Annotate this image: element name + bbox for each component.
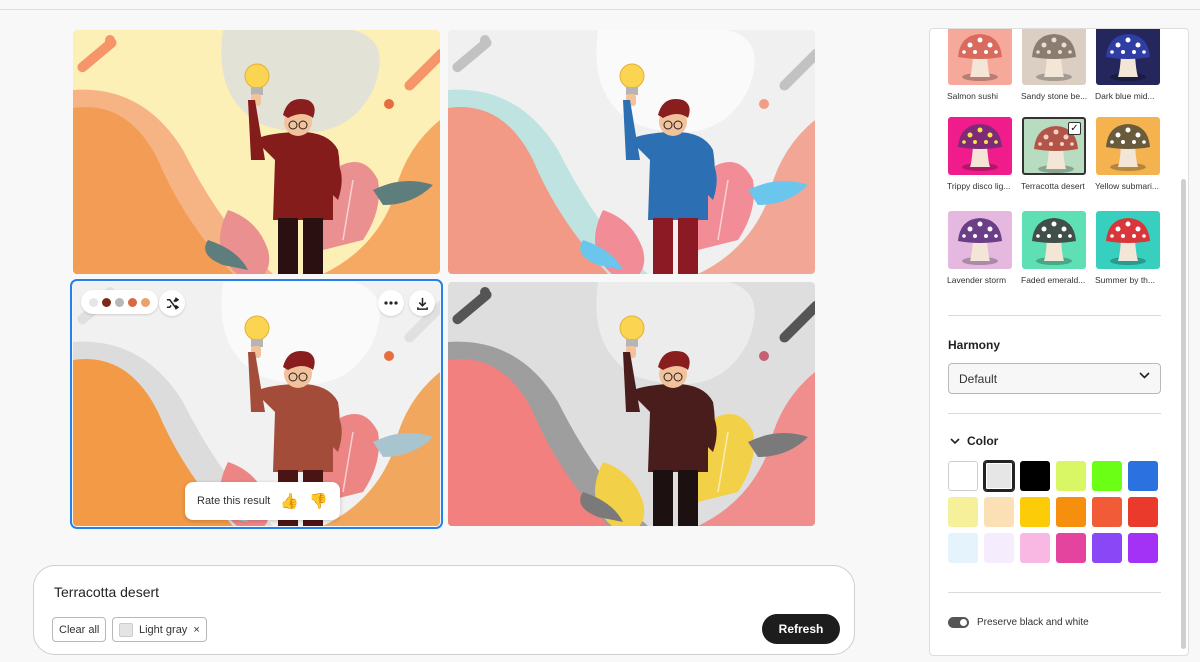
color-swatch[interactable] <box>1128 533 1158 563</box>
chip-label: Light gray <box>139 623 188 636</box>
illustration <box>448 30 815 274</box>
color-swatch[interactable] <box>1056 533 1086 563</box>
color-swatch[interactable] <box>948 461 978 491</box>
color-chip-light-gray[interactable]: Light gray × <box>112 617 207 642</box>
color-section-header[interactable]: Color <box>950 434 998 448</box>
prompt-box[interactable]: Terracotta desert Clear all Light gray ×… <box>33 565 855 655</box>
mushroom-icon <box>1106 34 1150 81</box>
style-preset-label: Salmon sushi <box>947 91 999 101</box>
color-swatch[interactable] <box>1092 533 1122 563</box>
style-preset-label: Faded emerald... <box>1021 275 1086 285</box>
result-palette-swatches <box>81 290 158 314</box>
style-preset-tile[interactable] <box>1096 29 1160 85</box>
palette-swatch <box>141 297 150 307</box>
shuffle-icon <box>166 296 179 310</box>
color-swatch[interactable] <box>1020 461 1050 491</box>
color-swatch[interactable] <box>1020 497 1050 527</box>
harmony-dropdown[interactable]: Default <box>948 363 1161 394</box>
result-card-4[interactable] <box>448 282 815 526</box>
panel-divider <box>948 315 1161 316</box>
chip-color-swatch <box>119 622 133 637</box>
preserve-bw-row: Preserve black and white <box>948 617 1089 628</box>
checkmark-icon: ✓ <box>1068 122 1081 135</box>
color-swatch[interactable] <box>984 497 1014 527</box>
prompt-input[interactable]: Terracotta desert <box>54 584 159 600</box>
color-swatch[interactable] <box>1092 461 1122 491</box>
mushroom-icon <box>1106 124 1150 171</box>
style-preset-tile[interactable] <box>948 117 1012 175</box>
mushroom-icon <box>958 34 1002 81</box>
panel-divider <box>948 413 1161 414</box>
style-preset-tile[interactable] <box>1096 117 1160 175</box>
style-preset-label: Lavender storm <box>947 275 1007 285</box>
color-swatch[interactable] <box>1020 533 1050 563</box>
clear-all-button[interactable]: Clear all <box>52 617 107 642</box>
more-options-button[interactable] <box>378 290 404 316</box>
harmony-value: Default <box>959 372 998 386</box>
panel-scrollbar[interactable] <box>1181 179 1186 649</box>
color-swatch[interactable] <box>984 461 1014 491</box>
color-swatch-grid <box>948 461 1158 563</box>
color-title: Color <box>967 434 999 448</box>
harmony-title: Harmony <box>948 338 1001 352</box>
result-card-1[interactable] <box>73 30 440 274</box>
style-preset-label: Terracotta desert <box>1021 181 1085 191</box>
thumbs-up-icon[interactable]: 👍 <box>280 492 299 510</box>
style-preset-label: Yellow submari... <box>1095 181 1159 191</box>
chevron-down-icon <box>950 437 960 444</box>
style-preset-tile[interactable] <box>948 29 1012 85</box>
color-swatch[interactable] <box>1128 497 1158 527</box>
refresh-button[interactable]: Refresh <box>762 614 840 644</box>
color-swatch[interactable] <box>1092 497 1122 527</box>
style-preset-label: Sandy stone be... <box>1021 91 1088 101</box>
mushroom-icon <box>958 218 1002 265</box>
palette-swatch <box>128 297 137 307</box>
color-swatch[interactable] <box>1128 461 1158 491</box>
style-preset-label: Dark blue mid... <box>1095 91 1155 101</box>
mushroom-icon <box>1032 34 1076 81</box>
palette-swatch <box>115 297 124 307</box>
palette-swatch <box>89 297 98 307</box>
style-preset-tile[interactable] <box>1022 29 1086 85</box>
chevron-down-icon <box>1139 372 1150 379</box>
palette-swatch <box>102 297 111 307</box>
style-preset-tile[interactable] <box>948 211 1012 269</box>
style-panel: Salmon sushi Sandy stone be... Dark blue… <box>929 28 1189 656</box>
illustration <box>448 282 815 526</box>
more-icon <box>384 301 398 305</box>
style-preset-tile[interactable] <box>1022 211 1086 269</box>
mushroom-icon <box>1106 218 1150 265</box>
panel-divider <box>948 592 1161 593</box>
toggle-knob <box>960 619 967 626</box>
top-divider <box>0 9 1200 10</box>
mushroom-icon <box>958 124 1002 171</box>
color-swatch[interactable] <box>1056 461 1086 491</box>
thumbs-down-icon[interactable]: 👎 <box>309 492 328 510</box>
color-swatch[interactable] <box>984 533 1014 563</box>
chip-close-icon[interactable]: × <box>193 624 199 636</box>
color-swatch[interactable] <box>1056 497 1086 527</box>
preserve-bw-label: Preserve black and white <box>977 617 1089 628</box>
result-card-2[interactable] <box>448 30 815 274</box>
clear-all-label: Clear all <box>59 623 100 636</box>
color-swatch[interactable] <box>948 497 978 527</box>
color-swatch[interactable] <box>948 533 978 563</box>
preserve-bw-toggle[interactable] <box>948 617 969 628</box>
mushroom-icon <box>1032 218 1076 265</box>
rate-result-label: Rate this result <box>197 495 271 507</box>
shuffle-button[interactable] <box>159 290 185 316</box>
style-preset-tile[interactable] <box>1096 211 1160 269</box>
style-preset-label: Trippy disco lig... <box>947 181 1011 191</box>
download-button[interactable] <box>409 290 435 316</box>
style-preset-label: Summer by th... <box>1095 275 1155 285</box>
rate-result-popover: Rate this result 👍 👎 <box>185 482 340 520</box>
illustration <box>73 30 440 274</box>
download-icon <box>416 297 428 310</box>
style-preset-tile[interactable]: ✓ <box>1022 117 1086 175</box>
